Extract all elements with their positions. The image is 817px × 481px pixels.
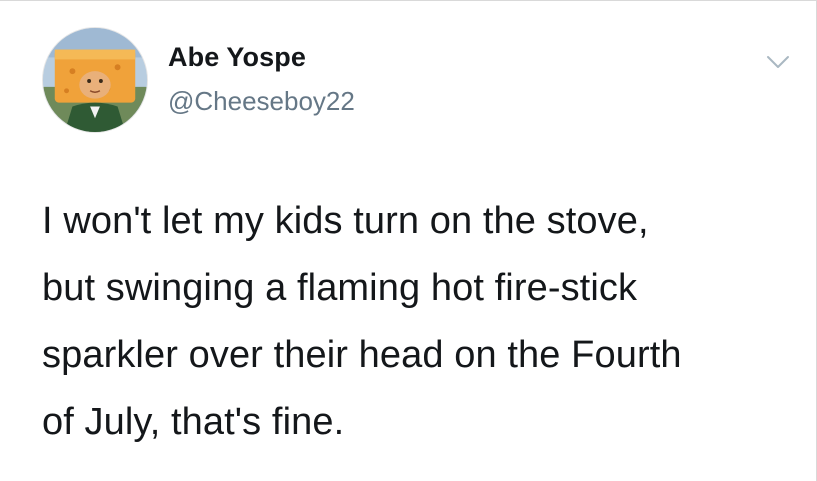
tweet-menu-button[interactable] — [760, 49, 796, 75]
chevron-down-icon — [767, 56, 789, 68]
author-display-name[interactable]: Abe Yospe — [168, 42, 306, 73]
tweet-card: Abe Yospe @Cheeseboy22 I won't let my ki… — [0, 0, 817, 481]
tweet-text: I won't let my kids turn on the stove, b… — [42, 200, 682, 443]
avatar[interactable] — [42, 27, 148, 133]
cheese-character-avatar-icon — [43, 28, 147, 132]
author-handle[interactable]: @Cheeseboy22 — [168, 86, 355, 117]
